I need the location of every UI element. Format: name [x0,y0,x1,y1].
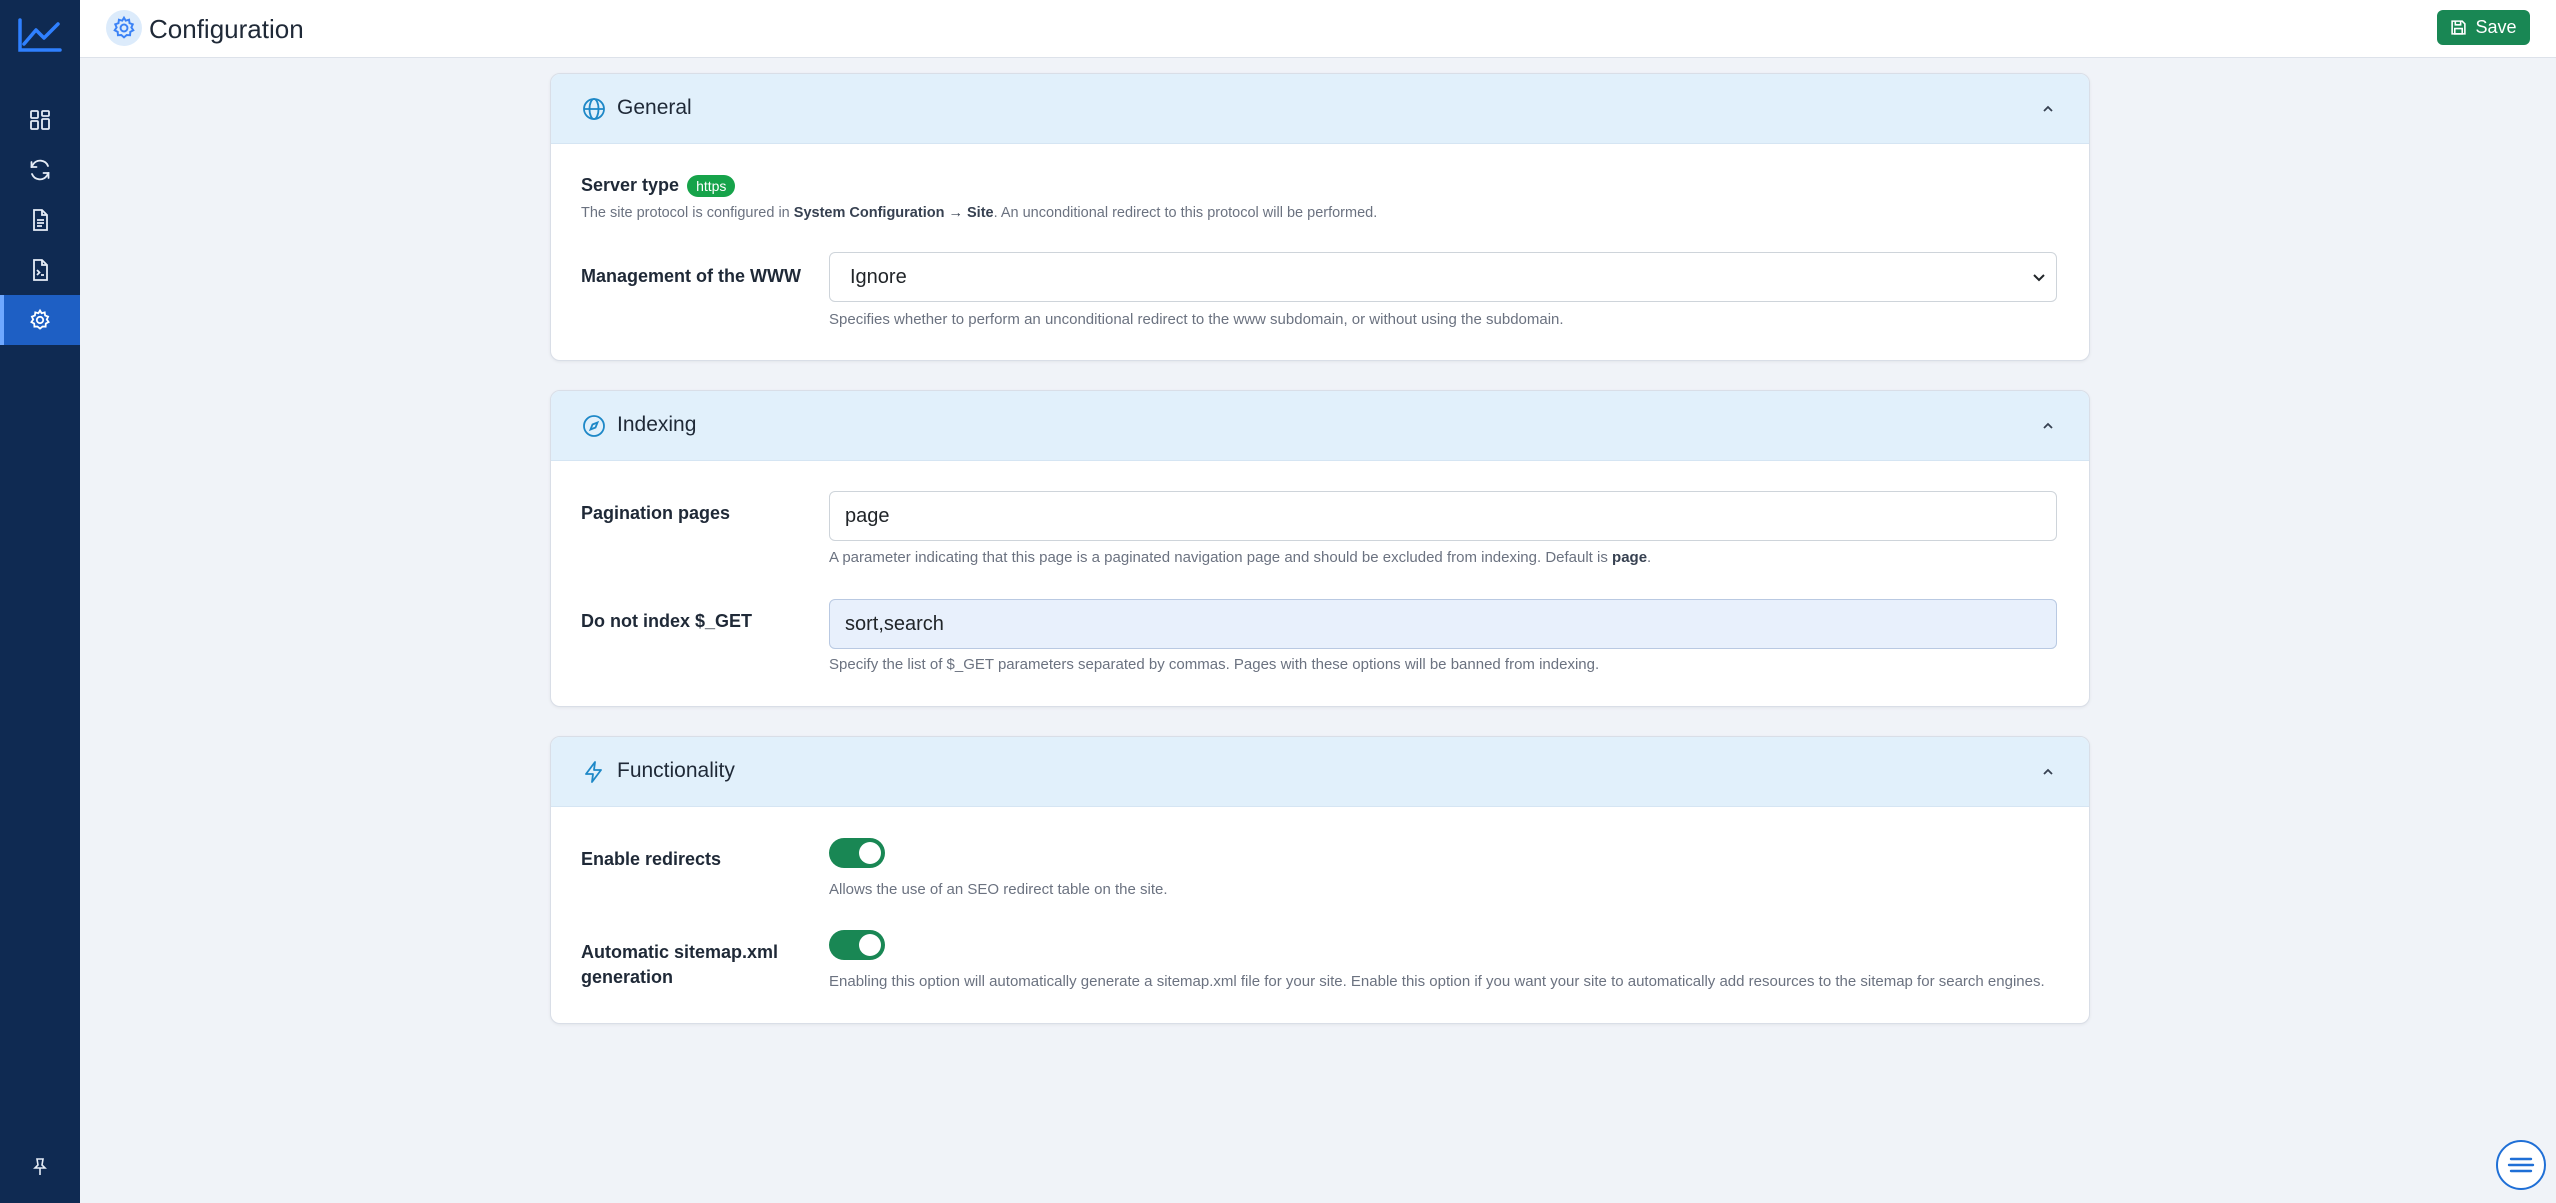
sitemap-generation-toggle[interactable] [829,930,885,960]
sidebar-item-scripts[interactable] [0,245,80,295]
pin-icon [33,1158,47,1175]
refresh-icon [30,159,50,181]
chevron-up-icon[interactable] [2039,417,2057,435]
https-badge: https [687,175,736,198]
save-button-label: Save [2475,17,2517,37]
functionality-section-header[interactable]: Functionality [551,737,2089,807]
sitemap-generation-label: Automatic sitemap.xml generation [581,942,779,987]
indexing-section-title: Indexing [617,413,697,436]
code-file-icon [33,259,48,281]
sidebar [0,0,80,1203]
www-management-value: Ignore [829,252,2057,302]
pagination-help: A parameter indicating that this page is… [829,549,1652,566]
sidebar-pin[interactable] [0,1147,80,1187]
www-management-select[interactable]: Ignore [829,252,2057,302]
noindex-get-input[interactable] [829,599,2057,649]
enable-redirects-help: Allows the use of an SEO redirect table … [829,881,1168,898]
floppy-disk-icon [2451,20,2467,35]
functionality-section: Functionality Enable redirects Allows th… [550,736,2090,1024]
chevron-up-icon[interactable] [2039,763,2057,781]
page-title: Configuration [149,14,304,44]
functionality-section-title: Functionality [617,759,735,782]
chevron-down-icon [2033,274,2045,282]
chevron-up-icon[interactable] [2039,100,2057,118]
compass-icon [583,415,605,437]
indexing-section: Indexing Pagination pages A parameter in… [550,390,2090,707]
chart-logo-icon[interactable] [16,16,64,56]
pagination-input[interactable] [829,491,2057,541]
sidebar-item-dashboard[interactable] [0,95,80,145]
pagination-label: Pagination pages [581,503,731,523]
general-section-header[interactable]: General [551,74,2089,144]
general-section: General Server type https The site protoc… [550,73,2090,361]
noindex-get-label: Do not index $_GET [581,611,753,631]
server-type-label: Server type https [581,175,736,198]
enable-redirects-toggle[interactable] [829,838,885,868]
indexing-section-header[interactable]: Indexing [551,391,2089,461]
lightning-icon [585,761,602,783]
sitemap-generation-help: Enabling this option will automatically … [829,973,2045,990]
sidebar-item-sync[interactable] [0,145,80,195]
www-management-label: Management of the WWW [581,266,801,286]
configuration-gear-icon [106,10,142,46]
sidebar-item-configuration[interactable] [0,295,80,345]
sidebar-item-documents[interactable] [0,195,80,245]
enable-redirects-label: Enable redirects [581,849,722,869]
system-configuration-site-link: System Configuration → Site [793,205,994,221]
support-chat-button[interactable] [2496,1140,2546,1190]
document-icon [33,209,48,231]
chat-bubble-icon [2507,1157,2535,1173]
general-section-title: General [617,96,692,119]
noindex-get-help: Specify the list of $_GET parameters sep… [829,656,1600,673]
globe-icon [583,98,605,120]
gear-icon [30,308,50,330]
server-type-label-text: Server type [581,175,680,195]
top-header: Configuration Save [80,0,2556,58]
dashboard-grid-icon [30,110,50,130]
www-management-help: Specifies whether to perform an uncondit… [829,311,1564,328]
save-button[interactable]: Save [2437,10,2530,45]
server-type-help: The site protocol is configured in Syste… [581,205,1378,221]
